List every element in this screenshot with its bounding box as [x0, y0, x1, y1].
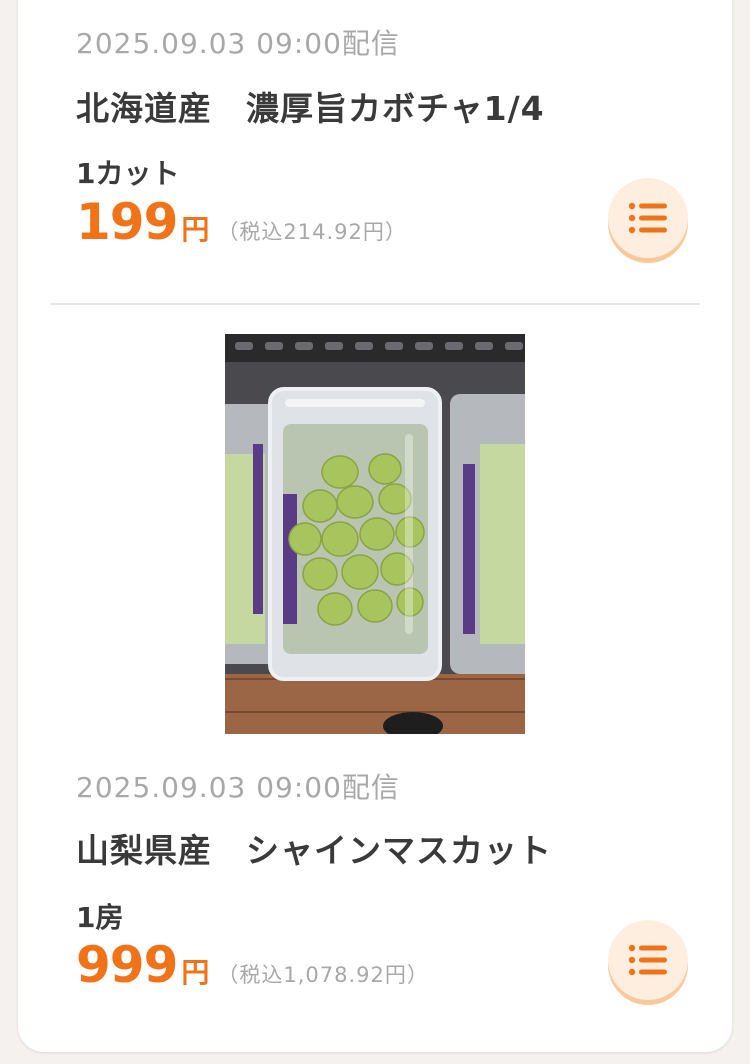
- list-button[interactable]: [608, 920, 688, 1000]
- product-unit: 1カット: [76, 157, 180, 190]
- price-yen: 円: [181, 213, 210, 246]
- list-icon: [628, 202, 667, 234]
- list-button[interactable]: [608, 178, 688, 258]
- price-block: 199 円 （税込214.92円）: [76, 193, 407, 251]
- price-tax-included: （税込214.92円）: [217, 220, 407, 244]
- delivery-date: 2025.09.03 09:00配信: [76, 27, 400, 60]
- product-photo: [225, 334, 525, 734]
- product-title: 北海道産 濃厚旨カボチャ1/4: [76, 89, 545, 128]
- price-block: 999 円 （税込1,078.92円）: [76, 936, 429, 994]
- price-yen: 円: [181, 956, 210, 989]
- delivery-date: 2025.09.03 09:00配信: [76, 771, 400, 804]
- item-divider: [50, 303, 700, 305]
- list-icon: [628, 944, 667, 976]
- price-tax-included: （税込1,078.92円）: [217, 963, 429, 987]
- price-value: 999: [76, 936, 178, 994]
- product-list-card: 2025.09.03 09:00配信 北海道産 濃厚旨カボチャ1/4 1カット …: [18, 0, 732, 1052]
- product-title: 山梨県産 シャインマスカット: [76, 831, 552, 870]
- product-unit: 1房: [76, 901, 124, 934]
- price-value: 199: [76, 193, 178, 251]
